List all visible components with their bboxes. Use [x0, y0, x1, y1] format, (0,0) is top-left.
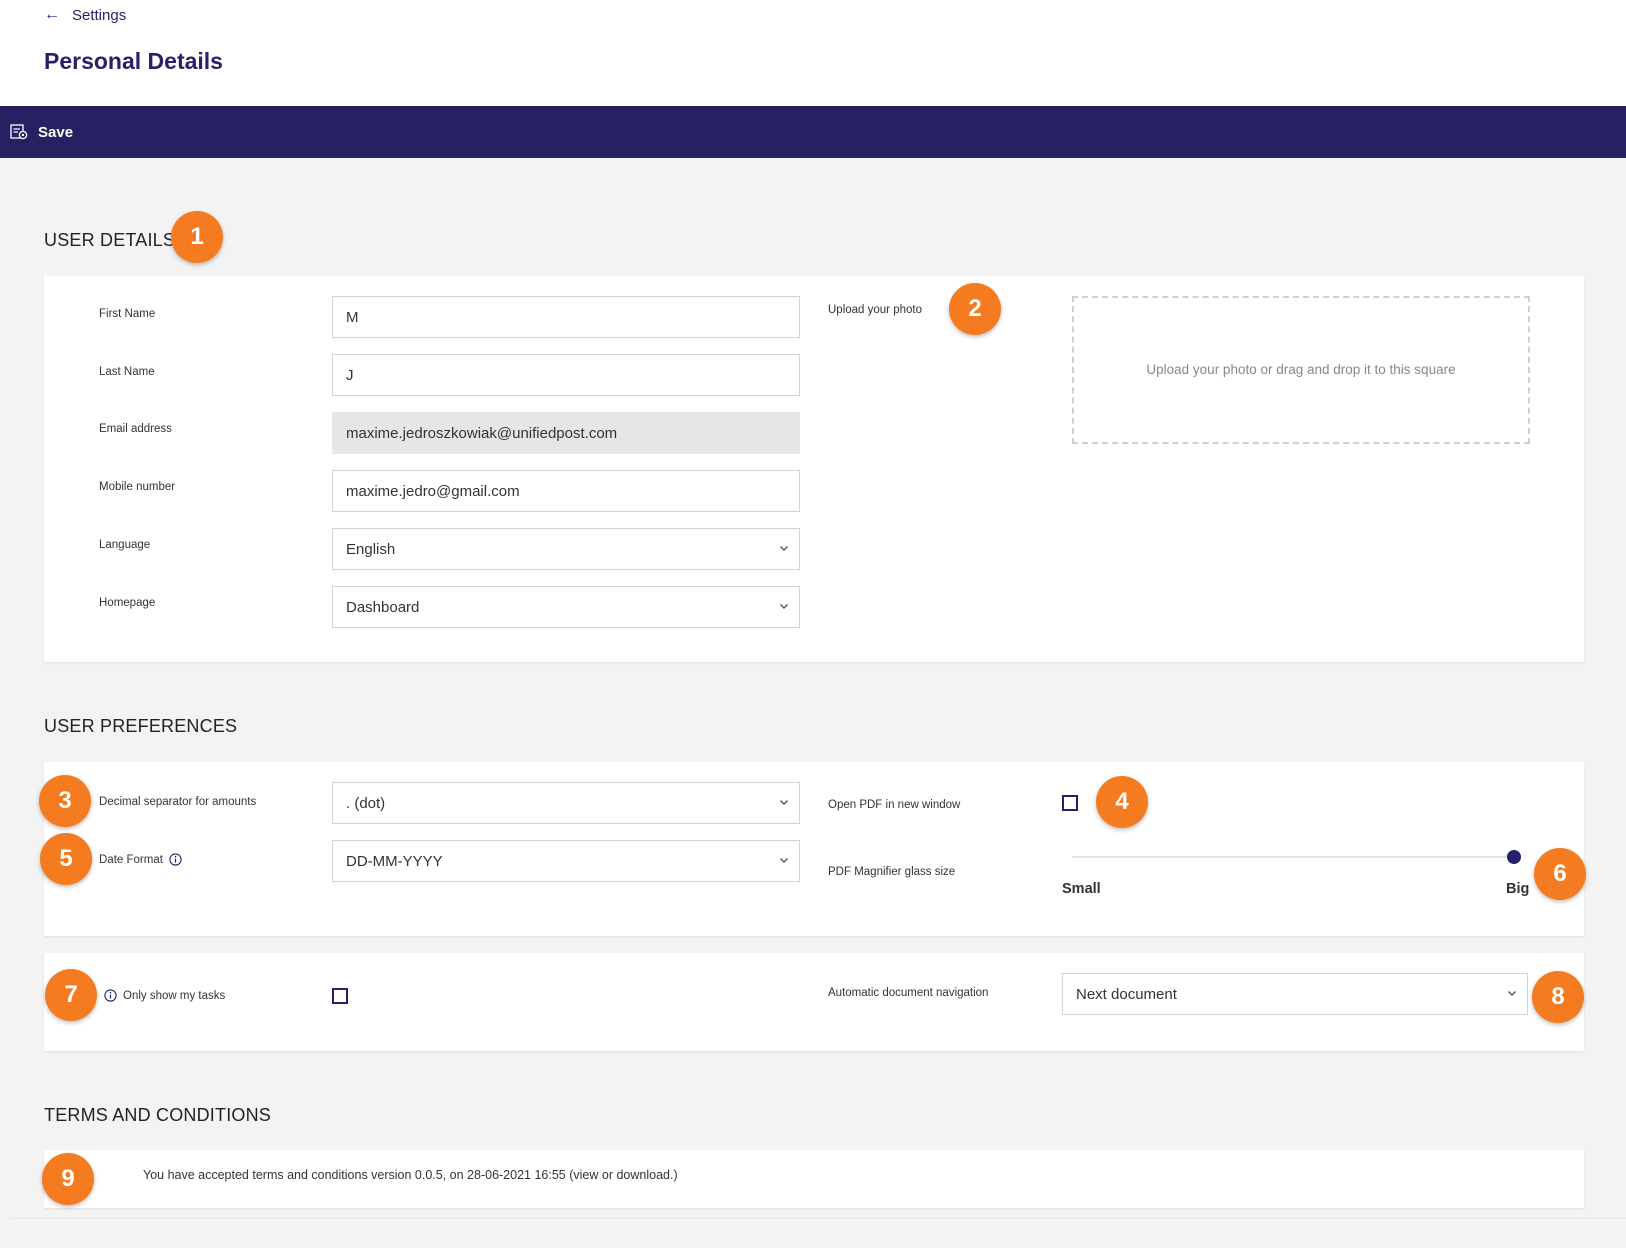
user-details-title: USER DETAILS: [44, 230, 176, 250]
date-format-value: DD-MM-YYYY: [346, 852, 443, 870]
photo-dropzone-text: Upload your photo or drag and drop it to…: [1146, 362, 1456, 377]
date-format-select[interactable]: DD-MM-YYYY: [332, 840, 800, 882]
last-name-value: J: [346, 366, 354, 384]
email-field: maxime.jedroszkowiak@unifiedpost.com: [332, 412, 800, 454]
terms-view-link[interactable]: view: [573, 1168, 598, 1182]
info-icon[interactable]: [169, 853, 182, 866]
chevron-down-icon: [779, 797, 789, 807]
chevron-down-icon: [779, 543, 789, 553]
terms-download-link[interactable]: download.: [616, 1168, 673, 1182]
only-my-tasks-checkbox[interactable]: [332, 988, 348, 1004]
language-label: Language: [99, 539, 151, 551]
only-my-tasks-label-group: Only show my tasks: [104, 989, 225, 1002]
user-preferences-card: Decimal separator for amounts . (dot) Da…: [44, 762, 1584, 936]
first-name-input[interactable]: M: [332, 296, 800, 338]
user-preferences-title: USER PREFERENCES: [44, 716, 238, 736]
callout-badge-2: 2: [949, 283, 1001, 335]
callout-badge-1: 1: [171, 211, 223, 263]
open-pdf-label: Open PDF in new window: [828, 799, 961, 811]
date-format-label: Date Format: [99, 853, 163, 866]
callout-badge-3: 3: [39, 775, 91, 827]
decimal-separator-value: . (dot): [346, 794, 386, 812]
last-name-label: Last Name: [99, 366, 155, 378]
mobile-label: Mobile number: [99, 481, 176, 493]
action-bar: Save: [0, 106, 1626, 158]
decimal-separator-select[interactable]: . (dot): [332, 782, 800, 824]
language-value: English: [346, 540, 396, 558]
decimal-separator-label: Decimal separator for amounts: [99, 796, 257, 808]
terms-statement: You have accepted terms and conditions v…: [143, 1168, 678, 1182]
homepage-select[interactable]: Dashboard: [332, 586, 800, 628]
auto-navigation-select[interactable]: Next document: [1062, 973, 1528, 1015]
chevron-down-icon: [1507, 988, 1517, 998]
date-format-label-group: Date Format: [99, 853, 182, 866]
chevron-down-icon: [779, 601, 789, 611]
photo-dropzone[interactable]: Upload your photo or drag and drop it to…: [1072, 296, 1530, 444]
mobile-value: maxime.jedro@gmail.com: [346, 482, 520, 500]
page-title: Personal Details: [44, 48, 223, 74]
auto-navigation-value: Next document: [1076, 985, 1177, 1003]
email-value: maxime.jedroszkowiak@unifiedpost.com: [346, 424, 618, 442]
first-name-label: First Name: [99, 308, 156, 320]
page-bottom-divider: [10, 1218, 1626, 1219]
callout-badge-5: 5: [40, 833, 92, 885]
chevron-down-icon: [779, 855, 789, 865]
save-button-label: Save: [38, 123, 74, 141]
magnifier-slider-thumb[interactable]: [1507, 850, 1521, 864]
callout-badge-6: 6: [1534, 848, 1586, 900]
back-to-settings-link[interactable]: ← Settings: [44, 4, 126, 26]
first-name-value: M: [346, 308, 359, 326]
callout-badge-8: 8: [1532, 971, 1584, 1023]
terms-text-or: or: [598, 1168, 617, 1182]
mobile-input[interactable]: maxime.jedro@gmail.com: [332, 470, 800, 512]
page-header: ← Settings Personal Details: [0, 0, 1626, 106]
magnifier-big-label: Big: [1506, 881, 1530, 897]
save-document-icon: [10, 124, 28, 140]
arrow-left-icon: ←: [44, 6, 60, 23]
email-label: Email address: [99, 423, 172, 435]
terms-card: You have accepted terms and conditions v…: [44, 1150, 1584, 1208]
upload-photo-label: Upload your photo: [828, 304, 922, 316]
callout-badge-9: 9: [42, 1153, 94, 1205]
magnifier-label: PDF Magnifier glass size: [828, 866, 956, 878]
callout-badge-4: 4: [1096, 776, 1148, 828]
magnifier-slider-track[interactable]: [1072, 856, 1514, 858]
last-name-input[interactable]: J: [332, 354, 800, 396]
terms-text-suffix: ): [673, 1168, 678, 1182]
homepage-label: Homepage: [99, 597, 156, 609]
homepage-value: Dashboard: [346, 598, 420, 616]
task-preferences-card: Only show my tasks Automatic document na…: [44, 953, 1584, 1051]
magnifier-small-label: Small: [1062, 881, 1101, 897]
auto-navigation-label: Automatic document navigation: [828, 987, 989, 999]
save-button[interactable]: Save: [10, 118, 73, 146]
terms-title: TERMS AND CONDITIONS: [44, 1105, 272, 1125]
open-pdf-checkbox[interactable]: [1062, 795, 1078, 811]
back-link-label: Settings: [72, 6, 127, 24]
language-select[interactable]: English: [332, 528, 800, 570]
info-icon[interactable]: [104, 989, 117, 1002]
terms-text-prefix: You have accepted terms and conditions v…: [143, 1168, 574, 1182]
user-details-card: First Name M Last Name J Email address m…: [44, 276, 1584, 662]
callout-badge-7: 7: [45, 969, 97, 1021]
only-my-tasks-label: Only show my tasks: [123, 989, 226, 1002]
